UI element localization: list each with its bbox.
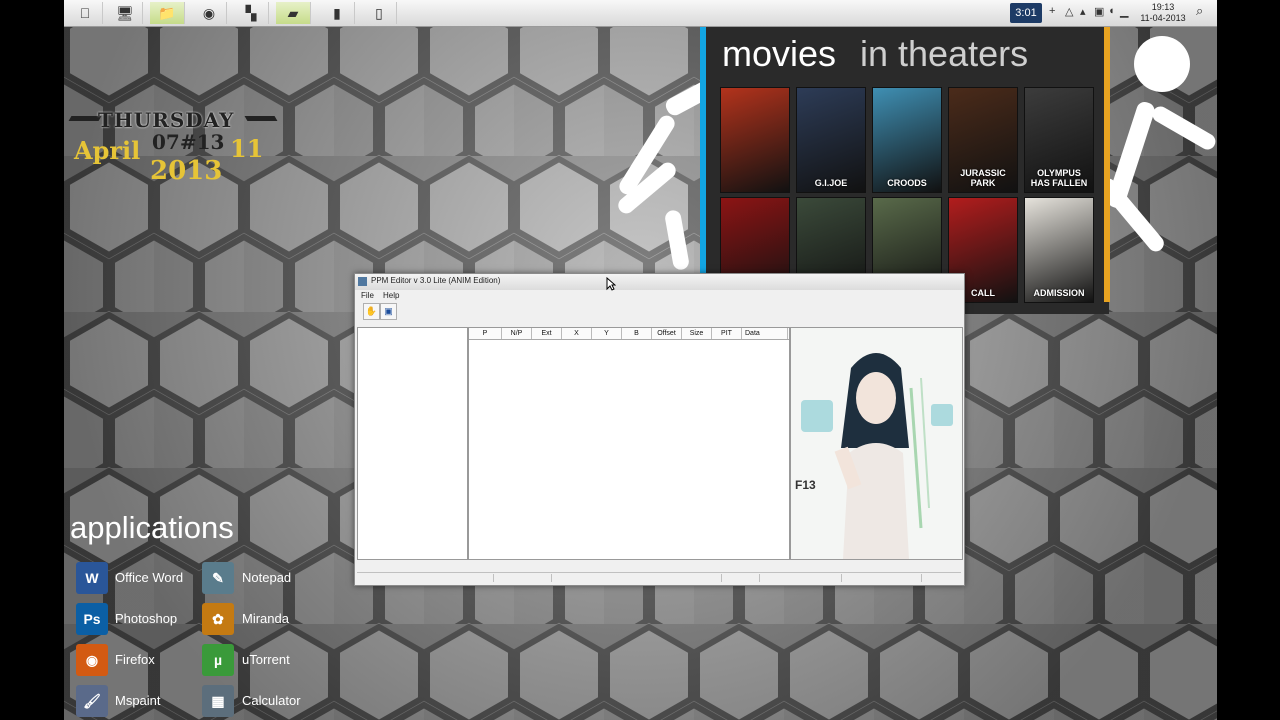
app-label-firefox[interactable]: Firefox [115, 652, 155, 667]
column-header[interactable]: B [622, 328, 652, 339]
volume-icon[interactable]: ◖ [1108, 5, 1115, 17]
status-cell [841, 574, 922, 582]
column-header[interactable]: P [469, 328, 502, 339]
menu-bar: File Help [355, 290, 964, 302]
movie-poster[interactable] [720, 87, 790, 193]
clock-badge[interactable]: 3:01 [1010, 3, 1042, 23]
app-icon [358, 277, 367, 286]
movie-poster[interactable]: JURASSIC PARK [948, 87, 1018, 193]
status-cell [551, 574, 722, 582]
movies-title: movies [722, 33, 837, 74]
taskbar:  🖥 📁 ◉ ▚ ▰ ▮ ▯ 3:01 + △ ▴ ▣ ◖ ▁ 19:13 1… [64, 0, 1217, 27]
date-widget: THURSDAY April 07#13 11 2013 [68, 106, 278, 186]
column-header[interactable]: Data [742, 328, 788, 339]
clock-date: 11-04-2013 [1140, 13, 1186, 23]
status-cell [759, 574, 842, 582]
calculator-icon[interactable]: ▦ [202, 685, 234, 717]
widget-date-code: 07#13 [152, 130, 225, 154]
window-titlebar[interactable]: PPM Editor v 3.0 Lite (ANIM Edition) [355, 274, 964, 290]
app-label-calculator[interactable]: Calculator [242, 693, 301, 708]
phone-icon[interactable]: ▯ [362, 2, 397, 24]
window-title: PPM Editor v 3.0 Lite (ANIM Edition) [371, 276, 501, 285]
preview-caption: F13 [795, 478, 816, 492]
computer-icon[interactable]: 🖥 [108, 2, 143, 24]
grid-header: P N/P Ext X Y B Offset Size PIT Data [469, 328, 789, 340]
column-header[interactable]: Ext [532, 328, 562, 339]
firefox-icon[interactable]: ◉ [76, 644, 108, 676]
movie-poster[interactable]: CROODS [872, 87, 942, 193]
app-circle-icon[interactable]: ◉ [192, 2, 227, 24]
column-header[interactable]: PIT [712, 328, 742, 339]
triangle-up-icon[interactable]: △ [1065, 5, 1073, 18]
preview-image [791, 328, 962, 559]
app-label-word[interactable]: Office Word [115, 570, 183, 585]
usb-drive-icon[interactable]: ▮ [320, 2, 355, 24]
miranda-icon[interactable]: ✿ [202, 603, 234, 635]
column-header[interactable]: Offset [652, 328, 682, 339]
widget-day-number: 11 [230, 134, 264, 163]
plus-icon[interactable]: + [1049, 5, 1055, 17]
tray-arrow-icon[interactable]: ▴ [1080, 5, 1086, 18]
photoshop-icon[interactable]: Ps [76, 603, 108, 635]
movies-accent-bar [1104, 27, 1110, 302]
column-header[interactable]: Size [682, 328, 712, 339]
status-cell [493, 574, 552, 582]
status-cell [357, 574, 494, 582]
status-cell [721, 574, 760, 582]
utorrent-icon[interactable]: µ [202, 644, 234, 676]
column-header[interactable]: X [562, 328, 592, 339]
app-label-utorrent[interactable]: uTorrent [242, 652, 290, 667]
ppm-editor-window[interactable]: PPM Editor v 3.0 Lite (ANIM Edition) Fil… [354, 273, 965, 586]
apple-icon[interactable]:  [68, 2, 103, 24]
widget-year: 2013 [150, 156, 223, 186]
movie-poster[interactable]: G.I.JOE [796, 87, 866, 193]
wing-left-decoration [68, 116, 102, 121]
movie-poster[interactable]: OLYMPUS HAS FALLEN [1024, 87, 1094, 193]
app-label-miranda[interactable]: Miranda [242, 611, 289, 626]
column-header[interactable]: Y [592, 328, 622, 339]
wing-right-decoration [244, 116, 278, 121]
preview-pane: F13 [790, 327, 963, 560]
movies-subtitle: in theaters [860, 33, 1029, 74]
status-bar [357, 572, 961, 583]
signal-icon[interactable]: ▁ [1120, 5, 1128, 18]
notepad-icon[interactable]: ✎ [202, 562, 234, 594]
word-icon[interactable]: W [76, 562, 108, 594]
menu-file[interactable]: File [361, 291, 374, 300]
menu-help[interactable]: Help [383, 291, 399, 300]
folder-icon[interactable]: 📁 [150, 2, 185, 24]
system-clock[interactable]: 19:13 11-04-2013 [1139, 2, 1187, 24]
movies-panel: movies in theaters G.I.JOE CROODS JURASS… [700, 27, 1109, 314]
mouse-cursor-icon [606, 277, 616, 291]
app-label-mspaint[interactable]: Mspaint [115, 693, 161, 708]
paint-icon[interactable]: 🖌 [76, 685, 108, 717]
column-header[interactable]: N/P [502, 328, 532, 339]
widget-month: April [74, 136, 141, 165]
widget-day: THURSDAY [98, 108, 235, 132]
tree-pane[interactable] [357, 327, 468, 560]
data-grid[interactable]: P N/P Ext X Y B Offset Size PIT Data [468, 327, 790, 560]
network-icon[interactable]: ▣ [1094, 5, 1104, 18]
save-icon[interactable]: ▣ [380, 303, 397, 320]
movie-poster[interactable]: ADMISSION [1024, 197, 1094, 303]
applications-title: applications [70, 510, 234, 545]
desktop:  🖥 📁 ◉ ▚ ▰ ▮ ▯ 3:01 + △ ▴ ▣ ◖ ▁ 19:13 1… [64, 0, 1217, 720]
toolbox-icon[interactable]: ▚ [234, 2, 269, 24]
open-icon[interactable]: ✋ [363, 303, 380, 320]
app-label-notepad[interactable]: Notepad [242, 570, 291, 585]
sticky-note-icon[interactable]: ▰ [276, 2, 311, 24]
app-label-photoshop[interactable]: Photoshop [115, 611, 177, 626]
search-icon[interactable]: ⌕ [1196, 3, 1203, 19]
clock-time: 19:13 [1151, 2, 1175, 12]
